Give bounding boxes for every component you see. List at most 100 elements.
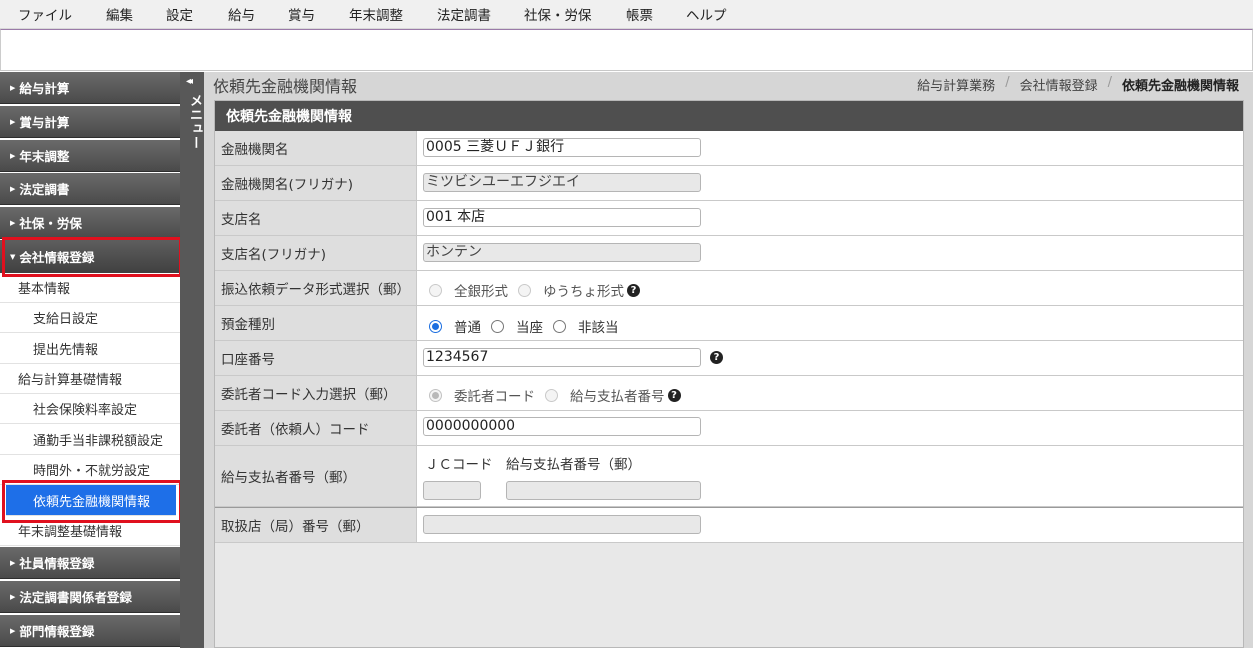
sidebar-header-legal-records[interactable]: ▶ 法定調書 [0, 173, 180, 205]
breadcrumb-separator: / [1005, 75, 1010, 90]
sidebar-item-submission-info[interactable]: 提出先情報 [0, 334, 180, 364]
menu-forms[interactable]: 帳票 [626, 4, 653, 24]
collapsed-arrow-icon: ▶ [10, 626, 16, 635]
menu-year-end[interactable]: 年末調整 [349, 4, 403, 24]
radio-label: 委託者コード [454, 389, 535, 405]
sidebar-item-year-end-basic-info[interactable]: 年末調整基礎情報 [0, 516, 180, 546]
payer-number-field [506, 481, 701, 500]
radio-current[interactable] [491, 319, 504, 333]
row-data-format: 振込依頼データ形式選択（郵） 全銀形式 ゆうちょ形式 ? [215, 271, 1243, 306]
sidebar-item-payday-setting[interactable]: 支給日設定 [0, 303, 180, 333]
field-label: 給与支払者番号（郵） [215, 446, 417, 506]
radio-label: ゆうちょ形式 [543, 284, 624, 300]
radio-label: 全銀形式 [454, 284, 508, 300]
expanded-arrow-icon: ▼ [10, 252, 16, 261]
main-content: 依頼先金融機関情報 給与計算業務 / 会社情報登録 / 依頼先金融機関情報 依頼… [204, 72, 1253, 648]
field-label: 預金種別 [215, 306, 417, 340]
menu-help[interactable]: ヘルプ [686, 4, 727, 24]
sidebar-item-social-insurance-rate[interactable]: 社会保険料率設定 [0, 394, 180, 424]
sidebar-header-year-end[interactable]: ▶ 年末調整 [0, 140, 180, 172]
row-deposit-type: 預金種別 普通 当座 非該当 [215, 306, 1243, 341]
radio-label: 給与支払者番号 [570, 389, 665, 405]
help-icon[interactable]: ? [667, 388, 681, 402]
radio-label: 非該当 [578, 320, 619, 336]
breadcrumb-item[interactable]: 給与計算業務 [917, 75, 995, 94]
menu-file[interactable]: ファイル [18, 4, 72, 24]
row-handling-office: 取扱店（局）番号（郵） [215, 507, 1243, 543]
field-label: 支店名(フリガナ) [215, 236, 417, 270]
radio-consignor-code[interactable] [429, 388, 442, 402]
field-label: 金融機関名(フリガナ) [215, 166, 417, 200]
help-icon[interactable]: ? [627, 283, 640, 297]
menu-social-insurance[interactable]: 社保・労保 [524, 4, 592, 24]
jc-code-label: ＪＣコード [425, 457, 493, 473]
collapsed-arrow-icon: ▶ [10, 592, 16, 601]
sidebar-item-salary-basic-info[interactable]: 給与計算基礎情報 [0, 364, 180, 394]
field-label: 委託者コード入力選択（郵） [215, 376, 417, 410]
sidebar-item-overtime-setting[interactable]: 時間外・不就労設定 [0, 455, 180, 485]
jc-code-field [423, 481, 481, 500]
collapse-arrows-icon[interactable]: ◂◂ [186, 76, 193, 87]
menu-settings[interactable]: 設定 [166, 4, 193, 24]
sidebar-item-commute-allowance[interactable]: 通勤手当非課税額設定 [0, 425, 180, 455]
menu-salary[interactable]: 給与 [228, 4, 255, 24]
row-branch-kana: 支店名(フリガナ) ホンテン [215, 236, 1243, 271]
collapsed-arrow-icon: ▶ [10, 184, 16, 193]
help-icon[interactable]: ? [710, 351, 723, 364]
radio-not-applicable[interactable] [553, 319, 566, 333]
breadcrumb-separator: / [1107, 75, 1112, 90]
sidebar-header-legal-related[interactable]: ▶ 法定調書関係者登録 [0, 581, 180, 613]
form-panel: 依頼先金融機関情報 金融機関名 0005 三菱ＵＦＪ銀行 金融機関名(フリガナ)… [214, 100, 1244, 648]
sidebar-header-employee-info[interactable]: ▶ 社員情報登録 [0, 547, 180, 579]
radio-zengin[interactable] [429, 283, 442, 297]
sidebar-header-bonus-calc[interactable]: ▶ 賞与計算 [0, 106, 180, 138]
menubar: ファイル 編集 設定 給与 賞与 年末調整 法定調書 社保・労保 帳票 ヘルプ [0, 0, 1253, 29]
branch-name-input[interactable]: 001 本店 [423, 208, 701, 227]
row-consignor-code: 委託者（依頼人）コード 0000000000 [215, 411, 1243, 446]
account-number-input[interactable]: 1234567 [423, 348, 701, 367]
breadcrumb-current: 依頼先金融機関情報 [1121, 79, 1239, 94]
radio-payer-number[interactable] [545, 388, 558, 402]
toolbar-area [0, 29, 1253, 71]
field-label: 委託者（依頼人）コード [215, 411, 417, 445]
sidebar: ▶ 給与計算 ▶ 賞与計算 ▶ 年末調整 ▶ 法定調書 ▶ 社保・労保 ▼ 会社情報登録 基… [0, 72, 182, 648]
handling-office-field [423, 515, 701, 534]
sidebar-item-bank-info[interactable]: 依頼先金融機関情報 [6, 485, 176, 516]
row-account-number: 口座番号 1234567 ? [215, 341, 1243, 376]
row-bank-name: 金融機関名 0005 三菱ＵＦＪ銀行 [215, 131, 1243, 166]
breadcrumb-item[interactable]: 会社情報登録 [1020, 75, 1098, 94]
menu-bonus[interactable]: 賞与 [288, 4, 315, 24]
panel-title: 依頼先金融機関情報 [215, 101, 1243, 131]
sidebar-header-salary-calc[interactable]: ▶ 給与計算 [0, 72, 180, 104]
field-label: 口座番号 [215, 341, 417, 375]
sidebar-header-company-info[interactable]: ▼ 会社情報登録 [0, 240, 180, 274]
consignor-code-input[interactable]: 0000000000 [423, 417, 701, 436]
sidebar-item-basic-info[interactable]: 基本情報 [0, 273, 180, 303]
radio-label: 普通 [454, 320, 481, 336]
radio-yucho[interactable] [518, 283, 531, 297]
row-branch-name: 支店名 001 本店 [215, 201, 1243, 236]
field-label: 振込依頼データ形式選択（郵） [215, 271, 417, 305]
bank-kana-field: ミツビシユーエフジエイ [423, 173, 701, 192]
collapsed-arrow-icon: ▶ [10, 117, 16, 126]
menu-collapse-strip[interactable]: ◂◂ メニュー [180, 72, 204, 648]
sidebar-header-department-info[interactable]: ▶ 部門情報登録 [0, 615, 180, 647]
row-consignor-select: 委託者コード入力選択（郵） 委託者コード 給与支払者番号 ? [215, 376, 1243, 411]
payer-number-label: 給与支払者番号（郵） [506, 457, 641, 473]
field-label: 金融機関名 [215, 131, 417, 165]
menu-vertical-label: メニュー [187, 94, 202, 150]
collapsed-arrow-icon: ▶ [10, 151, 16, 160]
menu-edit[interactable]: 編集 [106, 4, 133, 24]
field-label: 支店名 [215, 201, 417, 235]
collapsed-arrow-icon: ▶ [10, 218, 16, 227]
bank-name-input[interactable]: 0005 三菱ＵＦＪ銀行 [423, 138, 701, 157]
radio-ordinary[interactable] [429, 319, 442, 333]
page-title: 依頼先金融機関情報 [213, 77, 358, 96]
field-label: 取扱店（局）番号（郵） [215, 508, 417, 542]
sidebar-header-social-insurance[interactable]: ▶ 社保・労保 [0, 207, 180, 239]
collapsed-arrow-icon: ▶ [10, 558, 16, 567]
branch-kana-field: ホンテン [423, 243, 701, 262]
collapsed-arrow-icon: ▶ [10, 83, 16, 92]
breadcrumb: 給与計算業務 / 会社情報登録 / 依頼先金融機関情報 [917, 75, 1239, 94]
menu-legal-records[interactable]: 法定調書 [437, 4, 491, 24]
